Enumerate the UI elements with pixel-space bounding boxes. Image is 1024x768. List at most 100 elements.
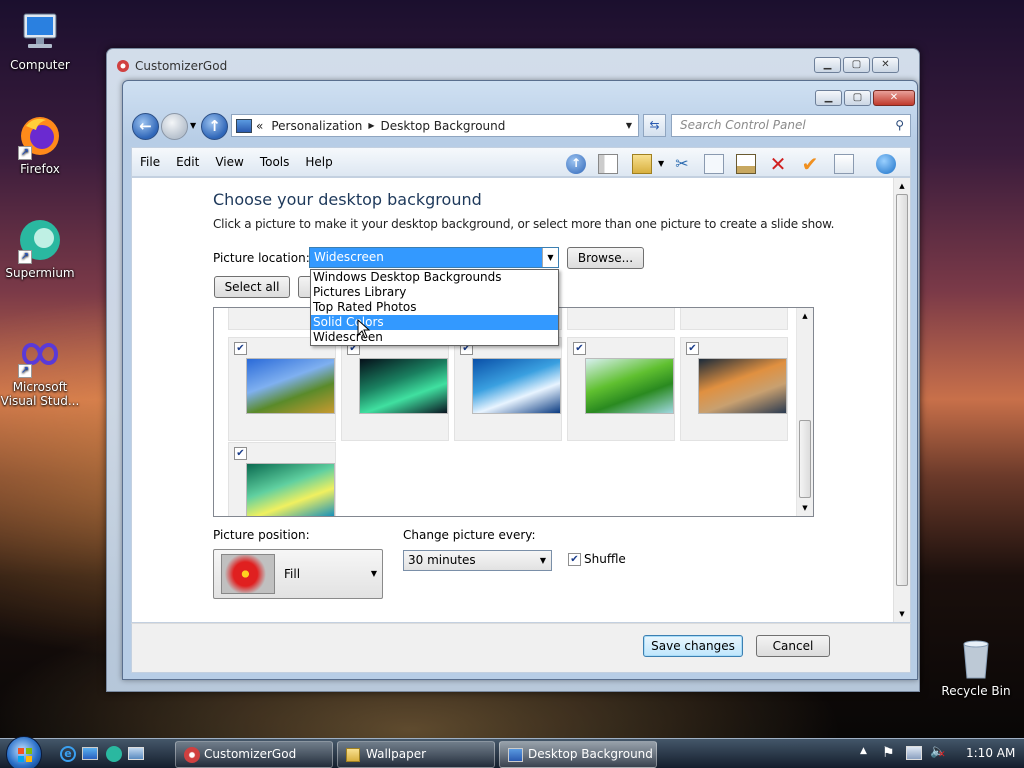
desktop-icon-computer[interactable]: Computer bbox=[0, 8, 80, 72]
picture-position-select[interactable]: Fill ▼ bbox=[213, 549, 383, 599]
up-arrow-icon[interactable]: ↑ bbox=[566, 154, 586, 174]
tile-checkbox[interactable]: ✔ bbox=[686, 342, 699, 355]
folder-options-dropdown-icon[interactable]: ▼ bbox=[658, 159, 664, 168]
internet-explorer-icon[interactable]: e bbox=[60, 746, 76, 762]
start-button[interactable] bbox=[6, 736, 42, 768]
dropdown-arrow-icon[interactable]: ▼ bbox=[542, 248, 558, 267]
picture-location-select[interactable]: Widescreen ▼ bbox=[309, 247, 559, 268]
wallpaper-thumbnail[interactable] bbox=[585, 358, 674, 414]
desktop-icon-firefox[interactable]: ↗ Firefox bbox=[0, 112, 80, 176]
pane-toggle-icon[interactable] bbox=[598, 154, 618, 174]
menu-help[interactable]: Help bbox=[297, 155, 340, 169]
network-icon[interactable] bbox=[906, 746, 922, 760]
desktop-icon-supermium[interactable]: ↗ Supermium bbox=[0, 216, 80, 280]
properties-icon[interactable] bbox=[834, 154, 854, 174]
browse-button[interactable]: Browse... bbox=[567, 247, 644, 269]
up-button[interactable]: ↑ bbox=[201, 113, 228, 140]
save-changes-button[interactable]: Save changes bbox=[643, 635, 743, 657]
desktop-icon-recycle-bin[interactable]: Recycle Bin bbox=[936, 634, 1016, 698]
forward-button[interactable] bbox=[161, 113, 188, 140]
menu-file[interactable]: File bbox=[132, 155, 168, 169]
select-all-button[interactable]: Select all bbox=[214, 276, 290, 298]
change-picture-every-select[interactable]: 30 minutes ▼ bbox=[403, 550, 552, 571]
menu-tools[interactable]: Tools bbox=[252, 155, 298, 169]
maximize-button[interactable]: ▢ bbox=[844, 90, 871, 106]
minimize-button[interactable]: ▁ bbox=[815, 90, 842, 106]
tile-checkbox[interactable]: ✔ bbox=[573, 342, 586, 355]
taskbar-item-customizergod[interactable]: CustomizerGod bbox=[175, 741, 333, 768]
search-input[interactable]: Search Control Panel ⚲ bbox=[671, 114, 911, 137]
gallery-tile-aero[interactable]: ✔ bbox=[228, 442, 336, 516]
location-option[interactable]: Top Rated Photos bbox=[311, 300, 558, 315]
desktop-icon-label: Microsoft Visual Stud... bbox=[0, 380, 80, 408]
shuffle-checkbox[interactable]: ✔ bbox=[568, 553, 581, 566]
minimize-button[interactable]: ▁ bbox=[814, 57, 841, 73]
taskbar-item-wallpaper[interactable]: Wallpaper bbox=[337, 741, 495, 768]
gallery-tile-palm[interactable]: ✔ bbox=[567, 337, 675, 441]
back-button[interactable]: ← bbox=[132, 113, 159, 140]
dropdown-arrow-icon[interactable]: ▼ bbox=[371, 569, 377, 578]
scroll-up-icon[interactable]: ▲ bbox=[894, 178, 910, 194]
taskbar: e CustomizerGod Wallpaper Desktop Backgr… bbox=[0, 736, 1024, 768]
switch-windows-icon[interactable] bbox=[128, 747, 144, 760]
delete-icon[interactable]: ✕ bbox=[768, 154, 788, 174]
page-scrollbar[interactable]: ▲ ▼ bbox=[893, 178, 910, 622]
location-option[interactable]: Windows Desktop Backgrounds bbox=[311, 270, 558, 285]
refresh-button[interactable]: ⇆ bbox=[643, 114, 666, 137]
maximize-button[interactable]: ▢ bbox=[843, 57, 870, 73]
taskbar-item-label: Wallpaper bbox=[366, 747, 427, 761]
scroll-down-icon[interactable]: ▼ bbox=[894, 606, 910, 622]
location-option[interactable]: Widescreen bbox=[311, 330, 558, 345]
breadcrumb-desktop-background[interactable]: Desktop Background bbox=[380, 119, 505, 133]
shuffle-label[interactable]: Shuffle bbox=[584, 552, 626, 566]
wallpaper-thumbnail[interactable] bbox=[472, 358, 561, 414]
history-dropdown-icon[interactable]: ▼ bbox=[190, 121, 196, 130]
action-center-flag-icon[interactable]: ⚑ bbox=[882, 745, 895, 761]
close-button[interactable]: ✕ bbox=[872, 57, 899, 73]
taskbar-item-desktop-background[interactable]: Desktop Background bbox=[499, 741, 657, 768]
paste-icon[interactable] bbox=[736, 154, 756, 174]
tile-checkbox[interactable]: ✔ bbox=[234, 342, 247, 355]
address-bar[interactable]: « Personalization ▶ Desktop Background ▼ bbox=[231, 114, 639, 137]
dropdown-arrow-icon[interactable]: ▼ bbox=[535, 551, 551, 570]
gallery-tile-hills[interactable]: ✔ bbox=[228, 337, 336, 441]
show-desktop-quicklaunch-icon[interactable] bbox=[82, 747, 98, 760]
checkmark-icon[interactable]: ✔ bbox=[800, 154, 820, 174]
location-option[interactable]: Solid Colors bbox=[311, 315, 558, 330]
scroll-down-icon[interactable]: ▼ bbox=[797, 500, 813, 516]
gallery-tile-fish[interactable]: ✔ bbox=[454, 337, 562, 441]
close-button[interactable]: ✕ bbox=[873, 90, 915, 106]
wallpaper-thumbnail[interactable] bbox=[359, 358, 448, 414]
gallery-tile-partial[interactable] bbox=[680, 308, 788, 330]
tile-checkbox[interactable]: ✔ bbox=[234, 447, 247, 460]
breadcrumb-prefix: « bbox=[256, 118, 264, 133]
change-picture-every-value: 30 minutes bbox=[408, 553, 476, 567]
menu-edit[interactable]: Edit bbox=[168, 155, 207, 169]
gallery-scrollbar[interactable]: ▲ ▼ bbox=[796, 308, 813, 516]
supermium-quicklaunch-icon[interactable] bbox=[106, 746, 122, 762]
clock[interactable]: 1:10 AM bbox=[966, 746, 1015, 760]
scroll-thumb[interactable] bbox=[896, 194, 908, 586]
breadcrumb-personalization[interactable]: Personalization bbox=[271, 119, 362, 133]
gallery-tile-rocks[interactable]: ✔ bbox=[680, 337, 788, 441]
volume-muted-icon[interactable]: 🔈 ✕ bbox=[930, 744, 946, 760]
scroll-up-icon[interactable]: ▲ bbox=[797, 308, 813, 324]
cut-icon[interactable]: ✂ bbox=[672, 154, 692, 174]
wallpaper-thumbnail[interactable] bbox=[246, 463, 335, 516]
wallpaper-thumbnail[interactable] bbox=[698, 358, 787, 414]
folder-options-icon[interactable] bbox=[632, 154, 652, 174]
help-globe-icon[interactable] bbox=[876, 154, 896, 174]
gallery-tile-partial[interactable] bbox=[567, 308, 675, 330]
show-hidden-icons-icon[interactable]: ▲ bbox=[860, 746, 867, 756]
location-option[interactable]: Pictures Library bbox=[311, 285, 558, 300]
menu-view[interactable]: View bbox=[207, 155, 251, 169]
desktop-icon-visual-studio[interactable]: ↗ Microsoft Visual Stud... bbox=[0, 330, 80, 408]
gallery-tile-aurora[interactable]: ✔ bbox=[341, 337, 449, 441]
wallpaper-thumbnail[interactable] bbox=[246, 358, 335, 414]
search-icon[interactable]: ⚲ bbox=[895, 115, 904, 136]
address-dropdown-icon[interactable]: ▼ bbox=[626, 121, 632, 130]
copy-icon[interactable] bbox=[704, 154, 724, 174]
cancel-button[interactable]: Cancel bbox=[756, 635, 830, 657]
desktop-icon-label: Supermium bbox=[5, 266, 75, 280]
gallery-scroll-thumb[interactable] bbox=[799, 420, 811, 498]
